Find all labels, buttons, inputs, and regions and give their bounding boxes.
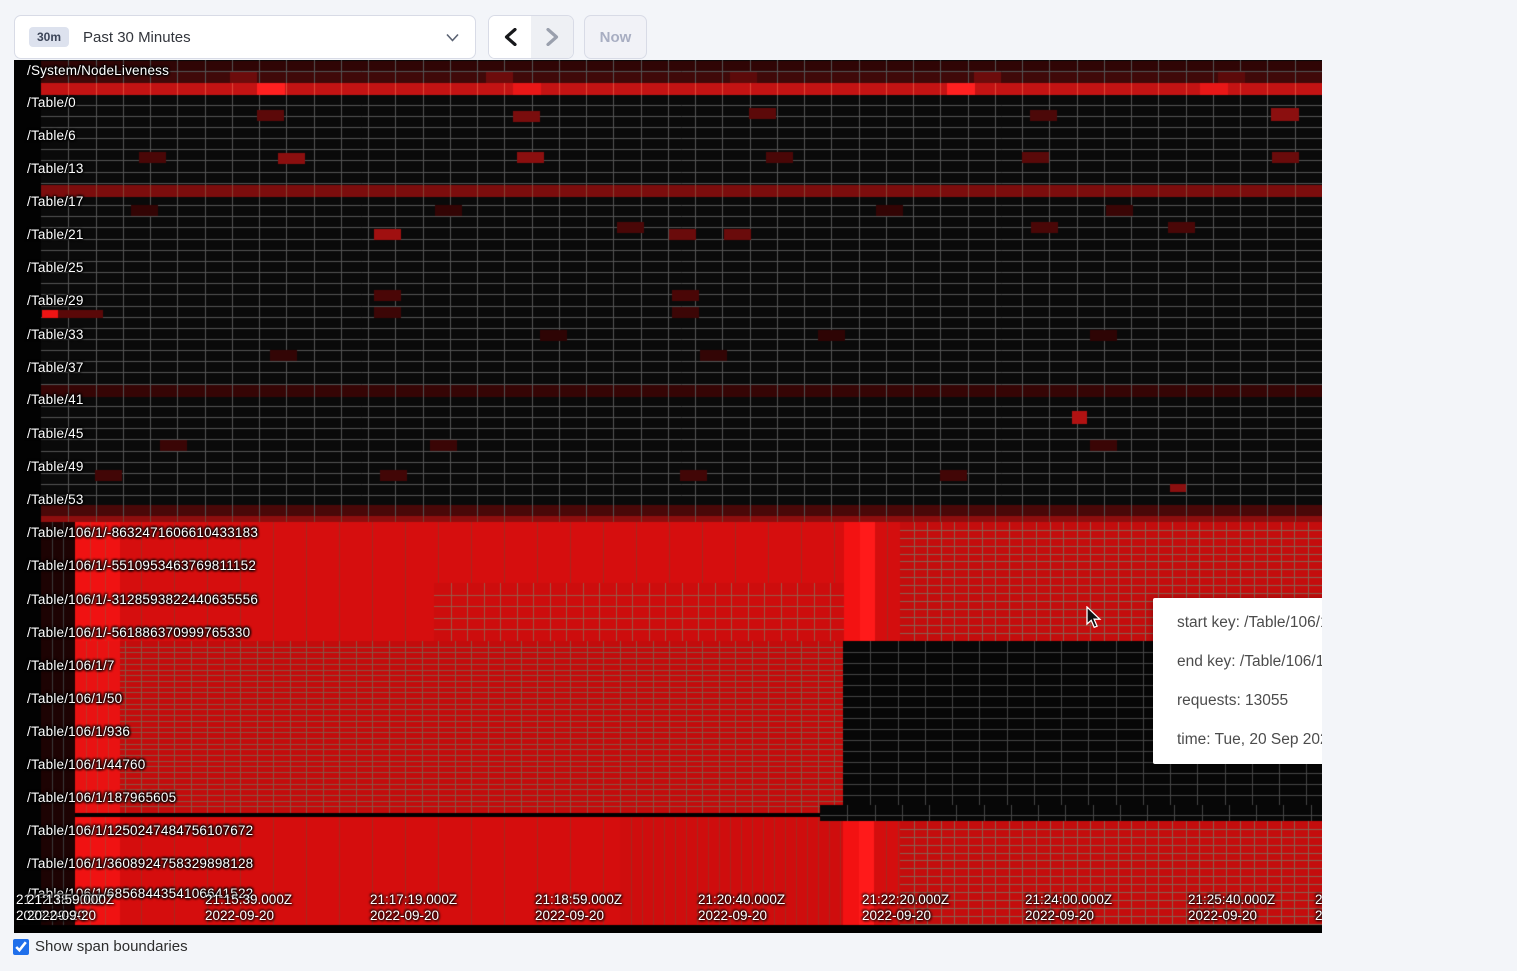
row-label: /Table/106/1/50 — [27, 691, 122, 706]
chevron-right-icon — [546, 28, 559, 46]
row-label: /Table/53 — [27, 492, 84, 507]
time-label: 21:24:00.000Z2022-09-20 — [1025, 892, 1112, 924]
row-label: /Table/106/1/936 — [27, 724, 130, 739]
row-label: /Table/33 — [27, 327, 84, 342]
row-label: /Table/106/1/3608924758329898128 — [27, 856, 253, 871]
cell-tooltip: start key: /Table/106/1/-247433150824388… — [1153, 598, 1322, 764]
time-label: 21:22:20.000Z2022-09-20 — [862, 892, 949, 924]
time-label: 21:18:59.000Z2022-09-20 — [535, 892, 622, 924]
row-label: /Table/17 — [27, 194, 84, 209]
row-label: /Table/106/1/1250247484756107672 — [27, 823, 253, 838]
time-range-label: Past 30 Minutes — [83, 29, 191, 46]
time-label: 21:20:40.000Z2022-09-20 — [698, 892, 785, 924]
heatmap-canvas[interactable] — [14, 60, 1322, 933]
now-button[interactable]: Now — [584, 15, 647, 59]
row-label: /Table/106/1/7 — [27, 658, 115, 673]
time-range-badge: 30m — [29, 27, 69, 47]
time-label: 21:27:20.000Z2022-09-20 — [1315, 892, 1322, 924]
tooltip-end-key: end key: /Table/106/1/-18683814745282642… — [1177, 653, 1322, 671]
mouse-cursor-icon — [1085, 606, 1105, 630]
row-label: /Table/0 — [27, 95, 76, 110]
next-button[interactable] — [531, 16, 573, 58]
row-label: /System/NodeLiveness — [27, 63, 169, 78]
row-label: /Table/21 — [27, 227, 84, 242]
tooltip-start-key: start key: /Table/106/1/-247433150824388… — [1177, 614, 1322, 632]
row-label: /Table/49 — [27, 459, 84, 474]
key-visualizer-heatmap[interactable]: /System/NodeLiveness/Table/0/Table/6/Tab… — [14, 60, 1322, 933]
chevron-down-icon — [446, 33, 459, 42]
time-label: 21:13:59.000Z2022-09-20 — [27, 892, 114, 924]
time-nav-group — [488, 15, 574, 59]
chevron-left-icon — [504, 28, 517, 46]
footer: Show span boundaries — [13, 938, 188, 955]
row-label: /Table/25 — [27, 260, 84, 275]
time-label: 21:25:40.000Z2022-09-20 — [1188, 892, 1275, 924]
row-label: /Table/13 — [27, 161, 84, 176]
row-label: /Table/41 — [27, 392, 84, 407]
row-label: /Table/106/1/-561886370999765330 — [27, 625, 250, 640]
tooltip-requests: requests: 13055 — [1177, 692, 1322, 710]
row-label: /Table/106/1/44760 — [27, 757, 145, 772]
time-label: 21:17:19.000Z2022-09-20 — [370, 892, 457, 924]
show-span-boundaries-checkbox[interactable] — [13, 939, 29, 955]
row-label: /Table/106/1/187965605 — [27, 790, 176, 805]
tooltip-time: time: Tue, 20 Sep 2022 21:24:40 GMT — [1177, 731, 1322, 749]
time-range-select[interactable]: 30m Past 30 Minutes — [14, 15, 476, 59]
prev-button[interactable] — [489, 16, 531, 58]
row-label: /Table/45 — [27, 426, 84, 441]
row-label: /Table/29 — [27, 293, 84, 308]
row-label: /Table/106/1/-5510953463769811152 — [27, 558, 256, 573]
row-label: /Table/6 — [27, 128, 76, 143]
row-label: /Table/37 — [27, 360, 84, 375]
row-label: /Table/106/1/-3128593822440635556 — [27, 592, 258, 607]
time-label: 21:15:39.000Z2022-09-20 — [205, 892, 292, 924]
show-span-boundaries-label: Show span boundaries — [35, 938, 188, 955]
row-label: /Table/106/1/-8632471606610433183 — [27, 525, 258, 540]
